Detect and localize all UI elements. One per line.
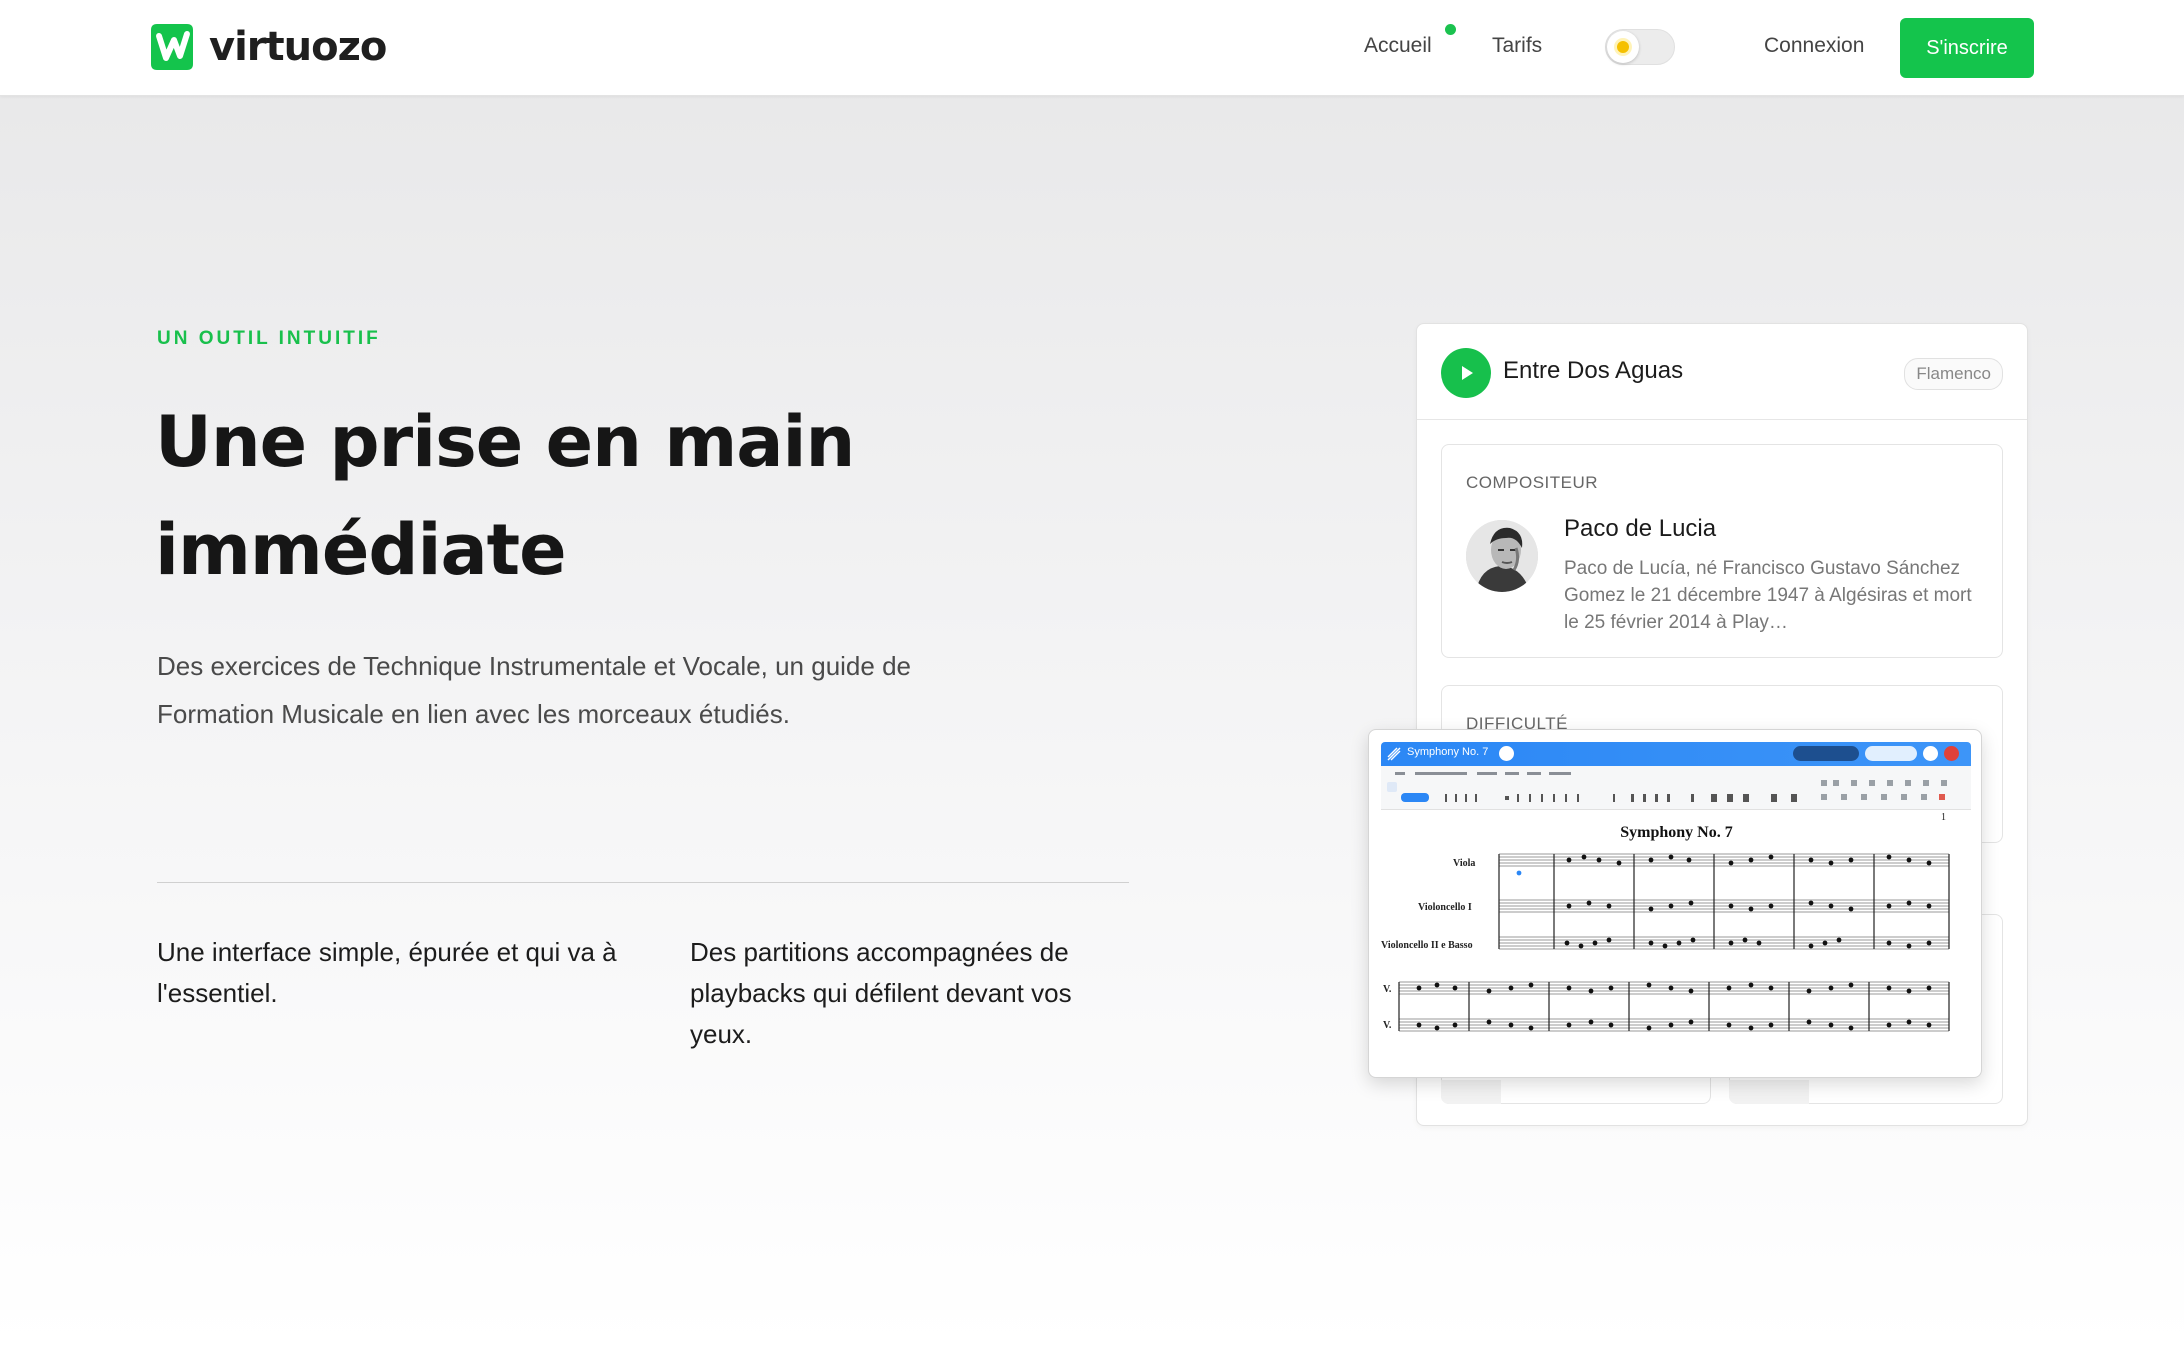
- score-user-icon: [1923, 746, 1938, 761]
- hero-title: Une prise en main immédiate: [155, 388, 975, 604]
- nav-link-pricing[interactable]: Tarifs: [1492, 34, 1542, 58]
- song-header: Entre Dos Aguas Flamenco: [1417, 324, 2027, 420]
- composer-bio: Paco de Lucía, né Francisco Gustavo Sánc…: [1564, 558, 1972, 633]
- active-indicator-dot: [1445, 24, 1456, 35]
- nav-link-home[interactable]: Accueil: [1364, 34, 1432, 58]
- score-share-pill: [1865, 746, 1917, 761]
- score-app-icon: [1387, 747, 1401, 761]
- composer-panel: COMPOSITEUR Paco de Lucia Paco de Lucía,…: [1441, 444, 2003, 658]
- score-editor-toolbar: [1381, 766, 1971, 810]
- composer-name: Paco de Lucia: [1564, 515, 1717, 542]
- section-eyebrow: UN OUTIL INTUITIF: [157, 328, 381, 349]
- hero-title-line-1: Une prise en main: [155, 401, 855, 483]
- genre-badge: Flamenco: [1904, 358, 2003, 390]
- score-notation: [1398, 853, 1950, 1032]
- score-account-icon: [1944, 746, 1959, 761]
- score-editor-screenshot: Symphony No. 7 1 Symphony No. 7 Viola Vi…: [1368, 729, 1982, 1078]
- signup-button[interactable]: S'inscrire: [1900, 18, 2034, 78]
- play-button[interactable]: [1441, 348, 1491, 398]
- info-panel-left-footer: [1441, 1080, 1501, 1104]
- section-divider: [157, 882, 1129, 883]
- feature-text-2: Des partitions accompagnées de playbacks…: [690, 937, 1072, 1049]
- hero-description: Des exercices de Technique Instrumentale…: [157, 651, 911, 729]
- top-navigation-bar: virtuozo Accueil Tarifs Connexion S'insc…: [0, 0, 2184, 96]
- sun-icon: [1617, 41, 1629, 53]
- score-page: 1 Symphony No. 7 Viola Violoncello I Vio…: [1381, 810, 1964, 1077]
- composer-avatar: [1466, 520, 1538, 592]
- composer-label: COMPOSITEUR: [1466, 473, 1599, 492]
- theme-toggle-knob: [1607, 31, 1639, 63]
- hero-title-line-2: immédiate: [155, 509, 567, 591]
- login-link[interactable]: Connexion: [1764, 34, 1864, 58]
- score-editor-titlebar: Symphony No. 7: [1381, 742, 1971, 766]
- score-play-icon: [1499, 746, 1514, 761]
- brand-name: virtuozo: [209, 24, 387, 70]
- score-status-pill: [1793, 746, 1859, 761]
- info-panel-right-footer: [1729, 1080, 1809, 1104]
- score-document-title: Symphony No. 7: [1407, 746, 1489, 758]
- play-icon: [1462, 366, 1473, 380]
- song-title: Entre Dos Aguas: [1503, 357, 1684, 384]
- logo-icon: [151, 24, 193, 70]
- feature-text-1: Une interface simple, épurée et qui va à…: [157, 937, 617, 1008]
- theme-toggle[interactable]: [1605, 29, 1675, 65]
- brand-logo[interactable]: virtuozo: [149, 22, 387, 72]
